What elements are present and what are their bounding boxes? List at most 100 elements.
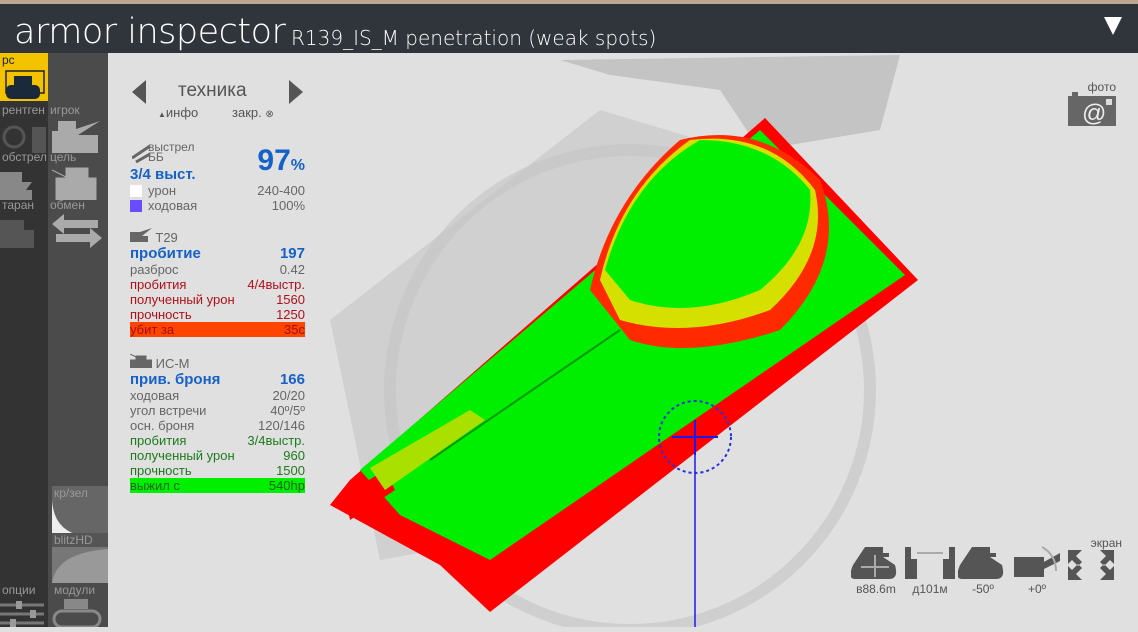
target-tank-icon: [129, 353, 153, 369]
hp-value: 1250: [276, 307, 305, 322]
distance-control[interactable]: д101м: [905, 545, 955, 596]
sidebar-label: опции: [2, 583, 36, 597]
sidebar-label: таран: [2, 198, 35, 212]
result-label: выжил с: [130, 478, 180, 493]
hull-angle-value: -50º: [972, 582, 994, 596]
hits-label: пробития: [130, 277, 187, 292]
sidebar-item-red-green[interactable]: кр/зел: [52, 486, 108, 536]
base-armor-value: 120/146: [258, 418, 305, 433]
hull-angle-control[interactable]: -50º: [957, 545, 1008, 596]
angle-label: угол встречи: [130, 403, 207, 418]
hits-label: пробития: [130, 433, 187, 448]
sidebar-item-target[interactable]: цель: [48, 150, 108, 200]
app-title: armor inspector: [14, 12, 286, 52]
sidebar-item-rs[interactable]: рс: [0, 53, 48, 101]
damage-swatch: [130, 185, 142, 197]
header: armor inspector R139_IS_M penetration (w…: [0, 4, 1138, 53]
menu-dropdown-icon[interactable]: [1104, 17, 1122, 35]
close-label: закр.: [232, 105, 262, 120]
track-label: ходовая: [130, 388, 180, 403]
percent-sign: %: [290, 157, 305, 174]
info-label: инфо: [165, 105, 199, 120]
close-circle-icon: ⊗: [265, 109, 274, 120]
gun-angle-value: +0º: [1027, 582, 1047, 596]
target-tank-icon: [51, 167, 97, 200]
photo-button[interactable]: фото @: [1068, 80, 1118, 128]
window-subtitle: R139_IS_M penetration (weak spots): [291, 26, 657, 50]
target-name: ИС-М: [155, 356, 190, 371]
armor-value: 166: [279, 371, 305, 388]
dispersion-label: разброс: [130, 262, 179, 277]
sidebar-label: обстрел: [2, 150, 47, 164]
result-value: 35c: [284, 322, 305, 337]
pen-chance-value: 97: [257, 144, 291, 177]
shell-type: ББ: [148, 150, 164, 164]
received-damage-value: 960: [283, 448, 305, 463]
sidebar-item-ram[interactable]: таран: [0, 198, 48, 248]
sidebar-primary: рс рентген обстрел таран опции: [0, 53, 48, 627]
armor-viewport[interactable]: [108, 53, 1138, 632]
gun-angle-icon: [1014, 546, 1060, 577]
close-info-button[interactable]: закр. ⊗: [232, 105, 274, 120]
sidebar-item-blitzhd[interactable]: blitzHD: [52, 533, 108, 583]
sidebar-label: модули: [54, 583, 96, 597]
height-value: в88.6m: [856, 582, 896, 596]
hits-value: 4/4выстр.: [247, 277, 305, 292]
track-value: 20/20: [272, 388, 305, 403]
pen-value: 197: [279, 245, 305, 262]
target-panel: ИС-М прив. броня 166 ходовая 20/20 угол вс…: [129, 353, 305, 493]
height-control[interactable]: в88.6m: [850, 545, 902, 596]
svg-text:@: @: [1082, 100, 1106, 127]
distance-icon: [905, 547, 955, 579]
sidebar-label: рс: [2, 53, 15, 67]
received-damage-value: 1560: [276, 292, 305, 307]
red-green-toggle-icon: [52, 500, 84, 536]
vehicle-nav: техника ▲инфо закр. ⊗: [130, 78, 305, 138]
swap-arrows-icon: [52, 214, 102, 248]
attacker-name: T29: [155, 230, 178, 245]
prev-vehicle-arrow-icon[interactable]: [132, 80, 146, 104]
modules-icon: [52, 599, 102, 627]
sidebar-label: обмен: [50, 198, 85, 212]
fullscreen-button[interactable]: экран: [1066, 536, 1122, 586]
sidebar-label: blitzHD: [54, 533, 93, 547]
attacker-tank-icon: [130, 228, 152, 242]
shelling-icon: [0, 172, 32, 200]
hull-angle-icon: [957, 547, 1004, 579]
fullscreen-icon: [1068, 550, 1114, 580]
info-toggle[interactable]: ▲инфо: [158, 105, 198, 120]
track-swatch: [130, 200, 142, 212]
received-damage-label: полученный урон: [130, 448, 235, 463]
shot-hits: 3/4 выст.: [130, 166, 196, 183]
caret-up-icon: ▲: [158, 110, 166, 119]
result-bar: выжил с 540hp: [130, 478, 305, 493]
shot-panel: выстрел ББ 97% 3/4 выст. урон 240-400 ход…: [130, 141, 305, 213]
sidebar-item-options[interactable]: опции: [0, 583, 48, 627]
hp-label: прочность: [130, 307, 192, 322]
ram-icon: [0, 220, 34, 248]
result-label: убит за: [130, 322, 175, 337]
sidebar-item-player[interactable]: игрок: [48, 103, 108, 153]
tank-silhouette-icon: [5, 70, 45, 99]
dispersion-value: 0.42: [279, 262, 305, 277]
distance-value: д101м: [912, 582, 948, 596]
vehicle-nav-title: техника: [178, 80, 247, 101]
sidebar-item-swap[interactable]: обмен: [48, 198, 108, 248]
player-tank-icon: [52, 121, 100, 153]
track-value: 100%: [271, 198, 305, 213]
sidebar-label: игрок: [50, 103, 80, 117]
tank-height-icon: [850, 547, 897, 579]
sidebar-label: цель: [50, 150, 77, 164]
pen-label: пробитие: [130, 245, 201, 262]
next-vehicle-arrow-icon[interactable]: [289, 80, 303, 104]
sidebar-item-modules[interactable]: модули: [52, 583, 108, 627]
hp-label: прочность: [130, 463, 192, 478]
sidebar-secondary: игрок цель обмен кр/зел blitzHD модули: [48, 53, 108, 627]
gun-angle-control[interactable]: +0º: [1012, 545, 1062, 596]
hp-value: 1500: [276, 463, 305, 478]
sliders-icon: [0, 601, 44, 627]
hd-texture-icon: [52, 547, 108, 583]
sidebar-item-shelling[interactable]: обстрел: [0, 150, 48, 200]
sidebar-label: кр/зел: [54, 486, 88, 500]
angle-value: 40º/5º: [270, 403, 305, 418]
